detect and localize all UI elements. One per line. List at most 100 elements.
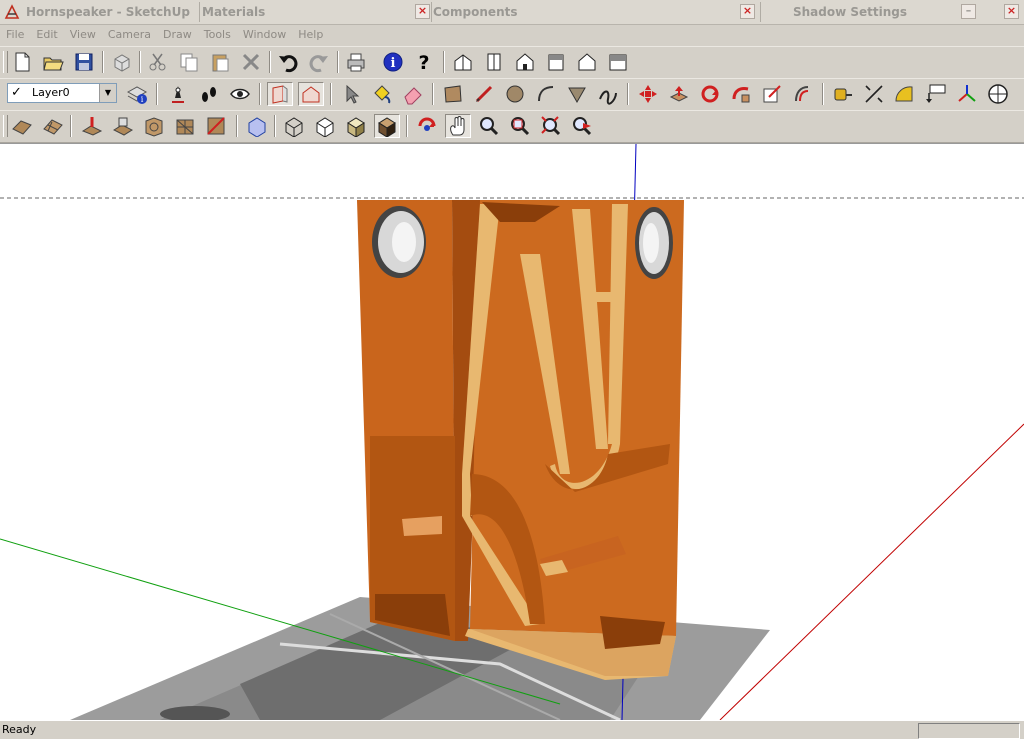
toolbar-separator: [139, 51, 141, 73]
zoom-extents-icon[interactable]: [538, 114, 564, 138]
erase-icon[interactable]: [238, 50, 264, 74]
help-icon[interactable]: ?: [411, 50, 437, 74]
undo-icon[interactable]: [275, 50, 301, 74]
protractor-icon[interactable]: [892, 82, 918, 106]
line-icon[interactable]: [471, 82, 497, 106]
toolbar-separator: [259, 83, 261, 105]
arc-icon[interactable]: [533, 82, 559, 106]
menu-file[interactable]: File: [0, 25, 30, 45]
menu-tools[interactable]: Tools: [198, 25, 237, 45]
toolbar-grip[interactable]: [3, 115, 8, 137]
save-icon[interactable]: [71, 50, 97, 74]
freehand-icon[interactable]: [595, 82, 621, 106]
xray-icon[interactable]: [244, 114, 270, 138]
model-canvas[interactable]: [0, 144, 1024, 720]
text-icon[interactable]: [923, 82, 949, 106]
rectangle-icon[interactable]: [440, 82, 466, 106]
title-divider: [199, 2, 200, 22]
dimension-icon[interactable]: [861, 82, 887, 106]
make-component-icon[interactable]: [109, 50, 135, 74]
close-materials-button[interactable]: ×: [415, 4, 430, 19]
sandbox-from-contours-icon[interactable]: [9, 114, 35, 138]
right-view-icon[interactable]: [543, 50, 569, 74]
layer-dropdown[interactable]: ✓ Layer0 ▼: [7, 83, 117, 103]
model-viewport[interactable]: [0, 143, 1024, 720]
shadow-settings-icon[interactable]: [165, 82, 191, 106]
menu-window[interactable]: Window: [237, 25, 292, 45]
tape-measure-icon[interactable]: [830, 82, 856, 106]
menu-camera[interactable]: Camera: [102, 25, 157, 45]
print-icon[interactable]: [343, 50, 369, 74]
left-shelf: [402, 516, 442, 536]
zoom-icon[interactable]: [476, 114, 502, 138]
minimize-button[interactable]: –: [961, 4, 976, 19]
scale-icon[interactable]: [759, 82, 785, 106]
hidden-line-icon[interactable]: [312, 114, 338, 138]
close-window-button[interactable]: ×: [1004, 4, 1019, 19]
fog-icon[interactable]: [227, 82, 253, 106]
model-info-icon[interactable]: i: [380, 50, 406, 74]
horn-brace: [592, 292, 612, 302]
paste-icon[interactable]: [207, 50, 233, 74]
section-plane-icon[interactable]: [267, 82, 293, 106]
flip-edge-icon[interactable]: [203, 114, 229, 138]
menu-view[interactable]: View: [64, 25, 102, 45]
views-toolbar: [0, 110, 1024, 143]
new-icon[interactable]: [9, 50, 35, 74]
front-view-icon[interactable]: [512, 50, 538, 74]
shadow-settings-panel-title[interactable]: Shadow Settings: [793, 0, 963, 24]
previous-view-icon[interactable]: [569, 114, 595, 138]
sketchup-logo-icon: [4, 4, 20, 19]
copy-icon[interactable]: [176, 50, 202, 74]
add-detail-icon[interactable]: [172, 114, 198, 138]
toolbar-separator: [337, 51, 339, 73]
toolbar-separator: [443, 51, 445, 73]
measurements-box[interactable]: [918, 723, 1020, 739]
smoove-icon[interactable]: [79, 114, 105, 138]
follow-me-icon[interactable]: [728, 82, 754, 106]
chevron-down-icon[interactable]: ▼: [99, 84, 116, 102]
status-bar: Ready: [0, 720, 1024, 739]
top-view-icon[interactable]: [481, 50, 507, 74]
shadows-icon[interactable]: [196, 82, 222, 106]
left-view-icon[interactable]: [605, 50, 631, 74]
wireframe-icon[interactable]: [281, 114, 307, 138]
eraser-icon[interactable]: [400, 82, 426, 106]
iso-view-icon[interactable]: [450, 50, 476, 74]
close-components-button[interactable]: ×: [740, 4, 755, 19]
menu-edit[interactable]: Edit: [30, 25, 63, 45]
select-icon[interactable]: [338, 82, 364, 106]
toolbar-separator: [432, 83, 434, 105]
toolbar-grip[interactable]: [3, 51, 8, 73]
layer-manager-icon[interactable]: i: [124, 82, 150, 106]
axes-icon[interactable]: [954, 82, 980, 106]
shaded-icon[interactable]: [343, 114, 369, 138]
back-view-icon[interactable]: [574, 50, 600, 74]
shaded-textures-icon[interactable]: [374, 114, 400, 138]
paint-bucket-icon[interactable]: [369, 82, 395, 106]
menu-help[interactable]: Help: [292, 25, 329, 45]
orbit-icon[interactable]: [414, 114, 440, 138]
materials-panel-title[interactable]: Materials: [202, 0, 412, 24]
polygon-icon[interactable]: [564, 82, 590, 106]
rotate-icon[interactable]: [697, 82, 723, 106]
components-panel-title[interactable]: Components: [433, 0, 763, 24]
cut-icon[interactable]: [145, 50, 171, 74]
pan-icon[interactable]: [445, 114, 471, 138]
3d-text-icon[interactable]: [985, 82, 1011, 106]
sandbox-from-scratch-icon[interactable]: [40, 114, 66, 138]
push-pull-icon[interactable]: [666, 82, 692, 106]
toolbar-separator: [236, 115, 238, 137]
open-icon[interactable]: [40, 50, 66, 74]
section-display-icon[interactable]: [298, 82, 324, 106]
zoom-window-icon[interactable]: [507, 114, 533, 138]
stamp-icon[interactable]: [110, 114, 136, 138]
title-divider: [431, 2, 432, 22]
drape-icon[interactable]: [141, 114, 167, 138]
redo-icon[interactable]: [306, 50, 332, 74]
move-icon[interactable]: [635, 82, 661, 106]
menu-bar: File Edit View Camera Draw Tools Window Help: [0, 25, 1024, 45]
circle-icon[interactable]: [502, 82, 528, 106]
offset-icon[interactable]: [790, 82, 816, 106]
menu-draw[interactable]: Draw: [157, 25, 198, 45]
